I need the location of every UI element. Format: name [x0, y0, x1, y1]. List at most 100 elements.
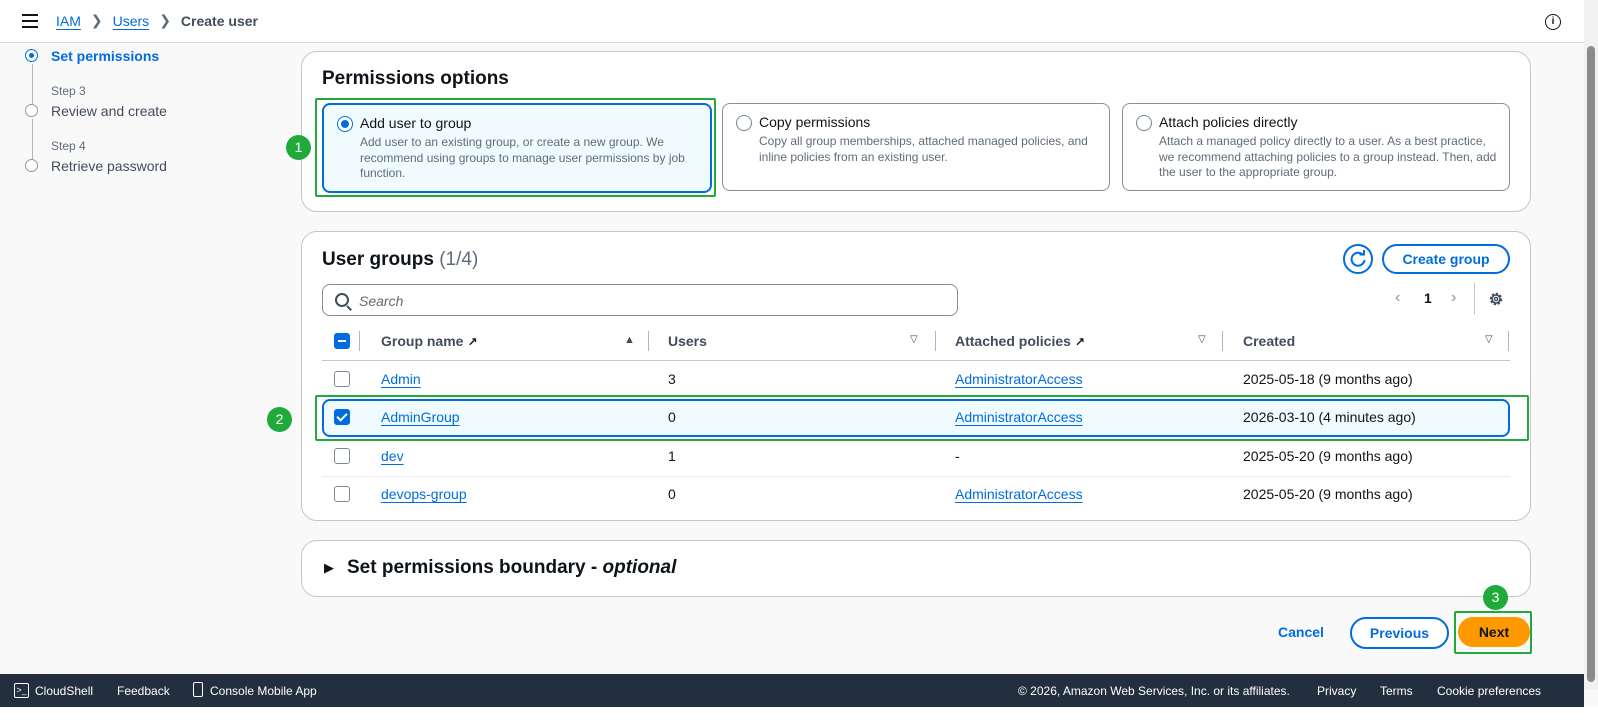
settings-gear-icon[interactable] [1487, 290, 1505, 313]
users-count: 3 [668, 371, 676, 387]
created-date: 2025-05-20 (9 months ago) [1243, 486, 1413, 502]
option-description: Attach a managed policy directly to a us… [1159, 134, 1497, 179]
footer-mobile-app[interactable]: Console Mobile App [210, 684, 317, 698]
column-label: Group name [381, 333, 464, 349]
external-link-icon: ↗ [467, 335, 478, 349]
column-users[interactable]: Users [668, 333, 707, 349]
column-attached-policies[interactable]: Attached policies ↗ [955, 333, 1085, 349]
step-retrieve-password: Retrieve password [51, 158, 167, 174]
search-icon [335, 293, 349, 307]
footer-terms[interactable]: Terms [1380, 684, 1413, 698]
option-title: Copy permissions [759, 114, 871, 130]
footer-copyright: © 2026, Amazon Web Services, Inc. or its… [1018, 684, 1290, 698]
annotation-box-1 [315, 98, 716, 197]
external-link-icon: ↗ [1074, 335, 1085, 349]
annotation-badge-1: 1 [286, 135, 311, 160]
info-icon[interactable]: i [1545, 14, 1561, 30]
option-description: Copy all group memberships, attached man… [759, 134, 1088, 164]
footer: >_ CloudShell Feedback Console Mobile Ap… [0, 674, 1584, 707]
group-name-link[interactable]: Admin [381, 371, 421, 387]
search-input[interactable] [357, 290, 941, 312]
column-divider [935, 331, 936, 351]
step-review-and-create: Review and create [51, 103, 167, 119]
bottom-strip [0, 707, 1598, 721]
created-date: 2025-05-20 (9 months ago) [1243, 448, 1413, 464]
table-row[interactable]: dev 1 - 2025-05-20 (9 months ago) [322, 438, 1510, 477]
option-attach-policies-directly[interactable]: Attach policies directly Attach a manage… [1122, 103, 1510, 191]
permissions-boundary-title[interactable]: Set permissions boundary - optional [347, 557, 676, 579]
annotation-box-2 [315, 395, 1529, 441]
boundary-title-text: Set permissions boundary - [347, 557, 603, 578]
row-checkbox[interactable] [334, 371, 350, 387]
current-page-number[interactable]: 1 [1424, 290, 1432, 306]
search-box[interactable] [322, 284, 958, 316]
breadcrumb-current: Create user [180, 12, 258, 29]
pager-divider [1474, 283, 1475, 315]
step-set-permissions[interactable]: Set permissions [51, 48, 159, 64]
user-groups-heading: User groups [322, 249, 434, 270]
sort-ascending-icon[interactable]: ▲ [624, 334, 635, 346]
top-navigation-bar: IAM ❯ Users ❯ Create user i [0, 0, 1584, 43]
users-count: 0 [668, 486, 676, 502]
breadcrumb: IAM ❯ Users ❯ Create user [56, 12, 258, 29]
step-connector [32, 64, 33, 104]
users-count: 1 [668, 448, 676, 464]
sort-icon[interactable]: ▽ [910, 334, 918, 345]
column-divider [1222, 331, 1223, 351]
policy-link[interactable]: AdministratorAccess [955, 371, 1083, 387]
refresh-icon [1350, 250, 1366, 267]
footer-privacy[interactable]: Privacy [1317, 684, 1356, 698]
group-name-link[interactable]: devops-group [381, 486, 467, 502]
option-copy-permissions[interactable]: Copy permissions Copy all group membersh… [722, 103, 1110, 191]
sort-icon[interactable]: ▽ [1485, 334, 1493, 345]
option-title: Attach policies directly [1159, 114, 1298, 130]
breadcrumb-iam[interactable]: IAM [56, 13, 81, 29]
policy-empty: - [955, 448, 960, 464]
previous-button[interactable]: Previous [1350, 617, 1449, 649]
column-divider [648, 331, 649, 351]
create-group-button[interactable]: Create group [1382, 244, 1510, 274]
annotation-box-3 [1454, 611, 1532, 654]
mobile-icon[interactable] [193, 682, 203, 697]
table-row[interactable]: devops-group 0 AdministratorAccess 2025-… [322, 476, 1510, 514]
table-header: Group name ↗ ▲ Users ▽ Attached policies ↗… [322, 322, 1510, 361]
cancel-button[interactable]: Cancel [1278, 624, 1324, 640]
radio-icon[interactable] [736, 115, 752, 131]
permissions-options-title: Permissions options [322, 68, 509, 89]
row-checkbox[interactable] [334, 486, 350, 502]
cloudshell-icon[interactable]: >_ [14, 683, 29, 698]
select-all-checkbox[interactable] [334, 333, 350, 349]
column-divider [1508, 331, 1509, 351]
menu-icon[interactable] [22, 14, 38, 28]
column-created[interactable]: Created [1243, 333, 1295, 349]
created-date: 2025-05-18 (9 months ago) [1243, 371, 1413, 387]
step-connector [32, 119, 33, 159]
step-number: Step 3 [51, 84, 86, 98]
column-group-name[interactable]: Group name ↗ [381, 333, 478, 349]
group-name-link[interactable]: dev [381, 448, 404, 464]
footer-cloudshell[interactable]: CloudShell [35, 684, 93, 698]
caret-right-icon[interactable]: ▶ [324, 560, 334, 576]
policy-link[interactable]: AdministratorAccess [955, 486, 1083, 502]
previous-page-icon[interactable]: ‹ [1395, 289, 1400, 307]
annotation-badge-3: 3 [1483, 585, 1508, 610]
user-groups-count: (1/4) [439, 249, 479, 270]
footer-feedback[interactable]: Feedback [117, 684, 170, 698]
refresh-button[interactable] [1343, 244, 1373, 274]
user-groups-title: User groups (1/4) [322, 249, 478, 271]
column-label: Attached policies [955, 333, 1071, 349]
step-number: Step 4 [51, 139, 86, 153]
sort-icon[interactable]: ▽ [1198, 334, 1206, 345]
step-pending-icon [25, 104, 38, 117]
scrollbar-thumb[interactable] [1587, 46, 1595, 682]
footer-cookie-preferences[interactable]: Cookie preferences [1437, 684, 1541, 698]
row-checkbox[interactable] [334, 448, 350, 464]
breadcrumb-users[interactable]: Users [113, 13, 150, 29]
next-page-icon[interactable]: › [1451, 289, 1456, 307]
boundary-optional-text: optional [602, 557, 677, 578]
annotation-badge-2: 2 [267, 407, 292, 432]
radio-icon[interactable] [1136, 115, 1152, 131]
step-current-icon [25, 49, 38, 62]
step-pending-icon [25, 159, 38, 172]
chevron-right-icon: ❯ [90, 12, 103, 28]
